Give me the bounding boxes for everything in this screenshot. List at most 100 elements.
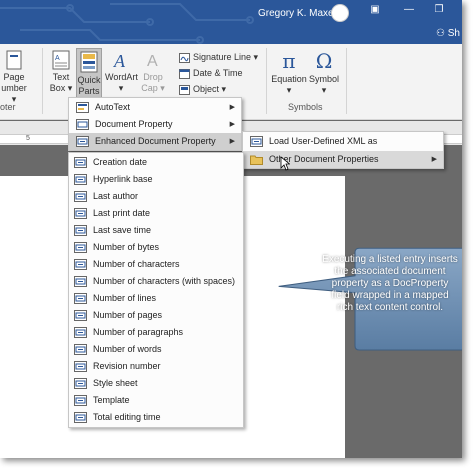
drop-cap-label: Drop [143, 72, 163, 82]
property-list-item[interactable]: Revision number [69, 358, 243, 375]
group-divider [266, 48, 267, 114]
property-list-label: Number of characters [93, 259, 180, 269]
menu-item-label: Enhanced Document Property [95, 136, 216, 146]
property-list-item[interactable]: Number of characters (with spaces) [69, 273, 243, 290]
menu-item-label: Document Property [95, 119, 173, 129]
svg-text:A: A [55, 55, 60, 62]
equation-button[interactable]: π Equation ▾ [271, 50, 307, 96]
minimize-icon[interactable]: — [402, 4, 416, 16]
property-list-item[interactable]: Total editing time [69, 409, 243, 426]
property-field-icon [74, 242, 87, 253]
property-list-item[interactable]: Style sheet [69, 375, 243, 392]
wordart-icon: A [113, 51, 126, 70]
property-field-icon [74, 361, 87, 372]
property-list-label: Hyperlink base [93, 174, 153, 184]
ruler-mark: 5 [26, 135, 30, 142]
user-name[interactable]: Gregory K. Maxey [258, 8, 339, 19]
drop-cap-button[interactable]: A Drop Cap ▾ [140, 50, 166, 94]
property-field-icon [74, 395, 87, 406]
folder-icon [250, 155, 263, 165]
property-field-icon [74, 378, 87, 389]
property-list-item[interactable]: Creation date [69, 154, 243, 171]
svg-text:A: A [147, 53, 158, 70]
symbol-button[interactable]: Ω Symbol ▾ [308, 50, 340, 96]
property-list-item[interactable]: Number of pages [69, 307, 243, 324]
quick-parts-icon [80, 51, 98, 73]
person-icon: ⚇ [436, 28, 445, 39]
text-box-button[interactable]: A Text Box ▾ [48, 50, 74, 94]
wordart-button[interactable]: A WordArt ▾ [105, 50, 138, 94]
property-field-icon [74, 174, 87, 185]
object-button[interactable]: Object ▾ [179, 82, 226, 96]
page-number-label: Page [3, 72, 25, 82]
property-field-icon [74, 208, 87, 219]
callout-text: Executing a listed entry inserts the ass… [322, 254, 458, 313]
property-field-icon [74, 293, 87, 304]
property-list-label: Last print date [93, 208, 151, 218]
group-divider [42, 48, 43, 114]
title-bar: Gregory K. Maxey ▣ — ❐ ⚇ Sh [0, 0, 462, 44]
autotext-icon [76, 102, 89, 113]
signature-line-label: Signature Line [193, 52, 252, 62]
property-list-item[interactable]: Number of words [69, 341, 243, 358]
property-list-item[interactable]: Number of bytes [69, 239, 243, 256]
chevron-right-icon: ▶ [229, 121, 235, 128]
menu-item-label: AutoText [95, 102, 131, 112]
enhanced-property-icon [76, 136, 89, 147]
drop-cap-icon: A [147, 53, 158, 70]
object-icon [179, 84, 190, 95]
property-list-item[interactable]: Hyperlink base [69, 171, 243, 188]
property-list-item[interactable]: Last print date [69, 205, 243, 222]
property-list-item[interactable]: Last save time [69, 222, 243, 239]
property-list-item[interactable]: Last author [69, 188, 243, 205]
property-list-label: Number of lines [93, 293, 157, 303]
share-button[interactable]: ⚇ Sh [436, 28, 460, 39]
pi-icon: π [282, 49, 296, 73]
text-box-label: Text [52, 72, 70, 82]
menu-item-load-xml[interactable]: Load User-Defined XML as CustomXMLPart [243, 133, 443, 163]
property-field-icon [74, 259, 87, 270]
restore-icon[interactable]: ❐ [432, 4, 446, 16]
share-label: Sh [447, 28, 460, 39]
menu-item-enhanced-document-property[interactable]: Enhanced Document Property ▶ [69, 133, 241, 150]
property-field-icon [74, 157, 87, 168]
circuit-pattern-decoration [0, 3, 254, 44]
chevron-right-icon: ▶ [229, 138, 235, 145]
menu-item-other-document-properties[interactable]: Other Document Properties ▶ [243, 151, 443, 168]
enhanced-property-submenu: Load User-Defined XML as CustomXMLPart O… [242, 131, 444, 169]
drop-cap-label-2: Cap [141, 83, 158, 93]
signature-line-button[interactable]: Signature Line ▾ [179, 50, 258, 64]
property-list-label: Last save time [93, 225, 152, 235]
chevron-right-icon: ▶ [229, 104, 235, 111]
object-label: Object [193, 84, 220, 94]
svg-text:A: A [113, 51, 126, 70]
property-field-icon [74, 276, 87, 287]
page-number-button[interactable]: Page umber ▾ [0, 50, 28, 105]
property-list-label: Number of paragraphs [93, 327, 184, 337]
date-time-label: Date & Time [193, 68, 243, 78]
chevron-right-icon: ▶ [431, 156, 437, 163]
avatar[interactable] [331, 4, 349, 22]
symbol-label: Symbol [308, 74, 339, 84]
property-list-item[interactable]: Number of lines [69, 290, 243, 307]
text-box-label-2: Box [49, 83, 66, 93]
property-list-label: Total editing time [93, 412, 161, 422]
properties-list-menu: Creation date Hyperlink base Last author La… [68, 152, 244, 428]
property-field-icon [74, 191, 87, 202]
menu-item-autotext[interactable]: AutoText ▶ [69, 99, 241, 116]
ribbon-display-options-icon[interactable]: ▣ [368, 4, 382, 16]
menu-item-document-property[interactable]: Document Property ▶ [69, 116, 241, 133]
quick-parts-label-2: Parts [78, 86, 100, 96]
property-list-label: Number of words [93, 344, 162, 354]
property-list-label: Creation date [93, 157, 148, 167]
property-list-item[interactable]: Number of paragraphs [69, 324, 243, 341]
property-list-item[interactable]: Number of characters [69, 256, 243, 273]
signature-line-icon [179, 52, 190, 63]
quick-parts-label: Quick [77, 75, 101, 85]
property-list-label: Template [93, 395, 130, 405]
group-header-footer-label: oter [0, 102, 16, 112]
date-time-button[interactable]: Date & Time [179, 66, 243, 80]
property-list-item[interactable]: Template [69, 392, 243, 409]
quick-parts-button[interactable]: Quick Parts ▾ [76, 48, 102, 107]
mouse-pointer-icon [280, 156, 290, 171]
